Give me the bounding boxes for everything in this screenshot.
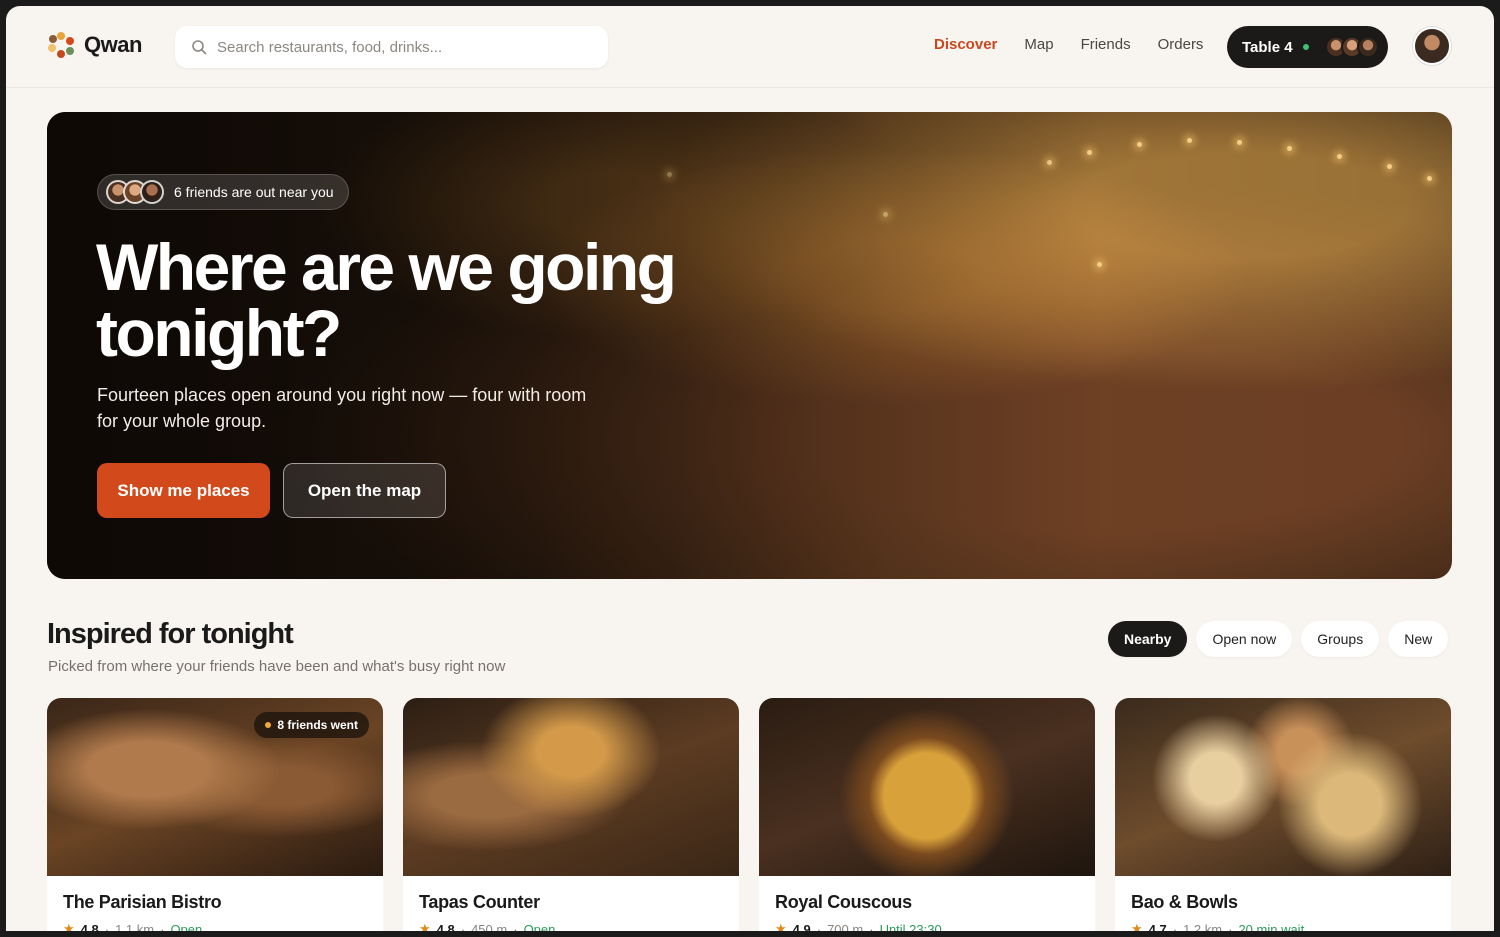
rating: 4.7 [1148, 921, 1167, 932]
hero-subtitle: Fourteen places open around you right no… [97, 385, 587, 431]
filter-open-now[interactable]: Open now [1196, 621, 1293, 657]
table-label: Table 4 [1242, 38, 1293, 56]
restaurant-meta: ★ 4.9 · 700 m · Until 23:30 [775, 921, 1079, 931]
open-map-button[interactable]: Open the map [283, 463, 446, 518]
restaurant-meta: ★ 4.7 · 1.2 km · 20 min wait [1131, 921, 1435, 931]
restaurant-card[interactable]: Tapas Counter ★ 4.8 · 450 m · Open [403, 698, 739, 931]
friends-nearby-chip[interactable]: 6 friends are out near you [97, 174, 349, 210]
restaurant-meta: ★ 4.8 · 450 m · Open [419, 921, 723, 931]
open-status: Until 23:30 [879, 921, 942, 932]
nav-orders[interactable]: Orders [1158, 36, 1204, 53]
restaurant-photo [1115, 698, 1451, 876]
friends-went-badge: 8 friends went [254, 712, 369, 738]
top-bar: Qwan Discover Map Friends Orders Table 4 [6, 6, 1494, 88]
restaurant-name: Bao & Bowls [1131, 892, 1238, 912]
brand-name: Qwan [84, 32, 142, 57]
distance: 450 m [471, 921, 508, 932]
separator: · [1172, 921, 1178, 932]
separator: · [160, 921, 165, 932]
distance: 1.1 km [115, 921, 155, 932]
search-input[interactable] [217, 38, 587, 56]
restaurant-card[interactable]: Bao & Bowls ★ 4.7 · 1.2 km · 20 min wait [1115, 698, 1451, 931]
distance: 1.2 km [1183, 921, 1223, 932]
brand[interactable]: Qwan [48, 32, 142, 58]
section-subtitle: Picked from where your friends have been… [48, 658, 506, 675]
profile-avatar[interactable] [1413, 27, 1451, 65]
restaurant-photo: 8 friends went [47, 698, 383, 876]
rating: 4.9 [792, 921, 811, 932]
hero-banner: 6 friends are out near you Where are we … [47, 112, 1452, 579]
filter-chips: Nearby Open now Groups New [1108, 621, 1449, 657]
filter-groups[interactable]: Groups [1301, 621, 1380, 657]
restaurant-photo [759, 698, 1095, 876]
main-nav: Discover Map Friends Orders [934, 36, 1203, 53]
separator: · [1228, 921, 1233, 932]
restaurant-photo [403, 698, 739, 876]
app-window: Qwan Discover Map Friends Orders Table 4 [6, 6, 1494, 931]
separator: · [816, 921, 822, 932]
rating: 4.8 [80, 921, 99, 932]
search-bar[interactable] [175, 26, 608, 68]
logo-icon [48, 32, 74, 58]
search-icon [192, 40, 207, 55]
distance: 700 m [827, 921, 864, 932]
separator: · [513, 921, 518, 932]
star-icon: ★ [1131, 921, 1143, 931]
badge-dot [265, 722, 272, 728]
restaurant-card[interactable]: Royal Couscous ★ 4.9 · 700 m · Until 23:… [759, 698, 1095, 931]
friend-avatar [140, 180, 164, 204]
star-icon: ★ [63, 921, 75, 931]
hero-headline: Where are we going tonight? [96, 230, 677, 370]
nav-friends[interactable]: Friends [1081, 36, 1131, 53]
restaurant-cards: 8 friends went The Parisian Bistro ★ 4.8… [47, 698, 1451, 931]
online-status-dot [1302, 44, 1309, 50]
restaurant-meta: ★ 4.8 · 1.1 km · Open [63, 921, 367, 931]
separator: · [460, 921, 466, 932]
restaurant-card[interactable]: 8 friends went The Parisian Bistro ★ 4.8… [47, 698, 383, 931]
star-icon: ★ [775, 921, 787, 931]
open-status: Open [523, 921, 556, 932]
filter-new[interactable]: New [1388, 621, 1449, 657]
separator: · [104, 921, 110, 932]
friends-chip-text: 6 friends are out near you [174, 184, 334, 200]
nav-discover[interactable]: Discover [934, 36, 997, 53]
restaurant-name: The Parisian Bistro [63, 892, 222, 912]
table-button[interactable]: Table 4 [1227, 26, 1388, 68]
rating: 4.8 [436, 921, 455, 932]
restaurant-name: Tapas Counter [419, 892, 540, 912]
show-places-button[interactable]: Show me places [97, 463, 270, 518]
filter-nearby[interactable]: Nearby [1108, 621, 1188, 657]
wait-status: 20 min wait [1238, 921, 1305, 932]
member-avatar [1356, 36, 1379, 58]
separator: · [869, 921, 874, 932]
nav-map[interactable]: Map [1024, 36, 1053, 53]
open-status: Open [170, 921, 203, 932]
star-icon: ★ [419, 921, 431, 931]
restaurant-name: Royal Couscous [775, 892, 912, 912]
section-title: Inspired for tonight [47, 618, 294, 650]
badge-text: 8 friends went [277, 718, 358, 732]
friend-avatars [106, 180, 164, 204]
table-members [1324, 36, 1379, 58]
